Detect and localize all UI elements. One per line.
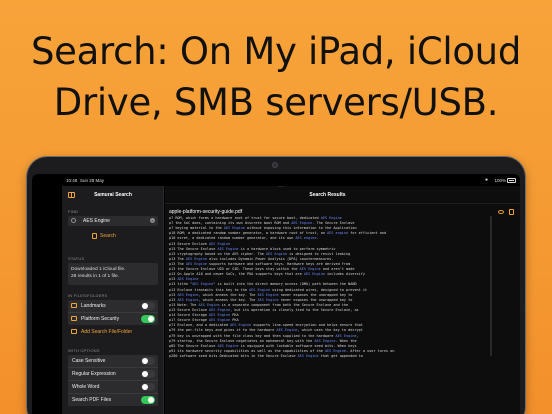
option-regular-expression[interactable]: Regular Expression xyxy=(68,368,158,380)
match-highlight: AES Engine xyxy=(324,348,347,353)
search-doc-icon xyxy=(92,233,97,239)
status-time: 10:48 xyxy=(66,178,78,183)
match-highlight: AES Engine xyxy=(223,226,245,231)
match-highlight: AES Engine xyxy=(185,256,207,261)
add-folder-label: Add Search File/Folder xyxy=(81,329,133,335)
match-highlight: AES Engine xyxy=(185,261,207,266)
option-label: Case Sensitive xyxy=(72,358,106,364)
toggle-whole-word[interactable] xyxy=(141,383,155,391)
match-highlight: AES Engine xyxy=(177,297,199,302)
result-line[interactable]: p280 software seed bits Dedicated bits i… xyxy=(169,354,494,359)
match-highlight: AES Engine xyxy=(177,277,199,282)
option-label: Search PDF Files xyxy=(72,397,112,403)
match-highlight: AES Engine xyxy=(209,313,231,318)
match-highlight: AES Engine xyxy=(209,241,231,246)
match-highlight: AES Engine xyxy=(320,216,342,220)
match-highlight: AES Engine xyxy=(297,353,319,358)
clear-icon[interactable]: × xyxy=(150,218,155,223)
folder-icon xyxy=(71,316,77,321)
wifi-icon: ● xyxy=(484,177,488,183)
folder-row-platform-security[interactable]: Platform Security xyxy=(68,313,158,325)
ipad-screen: 10:48 Sun 28 May ● 100% Samurai Search F… xyxy=(32,174,520,414)
match-highlight: AES Engine xyxy=(291,221,313,226)
match-highlight: AES Engine xyxy=(314,338,336,343)
add-folder-button[interactable]: Add Search File/Folder xyxy=(68,326,158,338)
battery-icon xyxy=(507,178,516,183)
sidebar-header: Samurai Search xyxy=(62,186,164,204)
preview-icon[interactable] xyxy=(498,210,504,214)
search-field[interactable]: AES Engine × xyxy=(68,216,158,226)
folder-label: Platform Security xyxy=(81,316,120,322)
options-label: WITH OPTIONS xyxy=(68,348,100,353)
match-highlight: AES Engine xyxy=(217,343,239,348)
match-highlight: AES engine xyxy=(327,231,349,236)
folders-label: IN FILES/FOLDERS xyxy=(68,293,108,298)
folder-label: Landmarks xyxy=(81,303,106,309)
folder-row-landmarks[interactable]: Landmarks xyxy=(68,300,158,312)
main-panel: ··· Search Results apple-platform-securi… xyxy=(165,184,520,414)
toggle-regular-expression[interactable] xyxy=(141,370,155,378)
option-search-pdf-files[interactable]: Search PDF Files xyxy=(68,394,158,406)
match-highlight: AES Engine xyxy=(276,328,298,333)
more-icon[interactable]: ··· xyxy=(278,184,284,190)
share-icon[interactable] xyxy=(509,209,514,215)
status-bar: 10:48 Sun 28 May ● 100% xyxy=(32,174,520,186)
main-header: ··· Search Results xyxy=(165,184,520,204)
option-case-sensitive[interactable]: Case Sensitive xyxy=(68,355,158,367)
camera-icon xyxy=(272,162,278,168)
status-box: Downloaded 1 iCloud file. 28 results in … xyxy=(68,263,158,285)
option-whole-word[interactable]: Whole Word xyxy=(68,381,158,393)
app-title: Samurai Search xyxy=(94,192,132,198)
search-button-label: Search xyxy=(100,233,116,239)
match-highlight: AES Engine xyxy=(209,307,231,312)
status-line-2: 28 results in 1 of 1 file. xyxy=(71,274,119,279)
match-highlight: AES engine xyxy=(295,236,317,241)
search-icon xyxy=(71,218,76,223)
option-label: Whole Word xyxy=(72,384,100,390)
status-label: STATUS xyxy=(68,256,85,261)
results-list: p7 ROM, which forms a hardware root of t… xyxy=(169,216,494,359)
headline-line-1: Search: On My iPad, iCloud xyxy=(30,30,522,73)
results-title: Search Results xyxy=(309,192,346,198)
match-highlight: AES Engine xyxy=(257,292,279,297)
match-highlight: AES Engine xyxy=(198,302,220,307)
match-highlight: AES Engine xyxy=(209,318,231,323)
toggle-search-pdf-files[interactable] xyxy=(141,396,155,404)
match-highlight: AES Engine xyxy=(192,282,214,287)
folder-toggle-landmarks[interactable] xyxy=(141,302,155,310)
scrollbar[interactable] xyxy=(490,216,492,356)
find-label: FIND xyxy=(68,209,79,214)
headline: Search: On My iPad, iCloud Drive, SMB se… xyxy=(0,26,552,128)
status-line-1: Downloaded 1 iCloud file. xyxy=(71,267,126,272)
sidebar: Samurai Search FIND AES Engine × Search … xyxy=(62,186,164,414)
match-highlight: AES Engine xyxy=(249,287,271,292)
match-highlight: AES Engine xyxy=(217,246,239,251)
match-highlight: AES Engine xyxy=(257,297,279,302)
folder-toggle-platform-security[interactable] xyxy=(141,315,155,323)
toggle-case-sensitive[interactable] xyxy=(141,357,155,365)
match-highlight: AES Engine xyxy=(177,292,199,297)
result-file-name[interactable]: apple-platform-security-guide.pdf xyxy=(169,209,242,215)
match-highlight: AES Engine xyxy=(303,272,325,277)
battery-percent: 100% xyxy=(494,178,506,183)
search-input[interactable]: AES Engine xyxy=(83,218,110,224)
status-date: Sun 28 May xyxy=(80,178,105,183)
folder-icon xyxy=(71,303,77,308)
add-folder-icon xyxy=(71,329,77,334)
match-highlight: AES Engine xyxy=(265,251,288,256)
match-highlight: AES Engine xyxy=(299,267,321,272)
headline-line-2: Drive, SMB servers/USB. xyxy=(53,81,499,124)
match-highlight: AES Engine xyxy=(335,333,357,338)
search-button[interactable]: Search xyxy=(92,233,116,239)
match-highlight: AES Engine xyxy=(230,323,252,328)
option-label: Regular Expression xyxy=(72,371,116,377)
